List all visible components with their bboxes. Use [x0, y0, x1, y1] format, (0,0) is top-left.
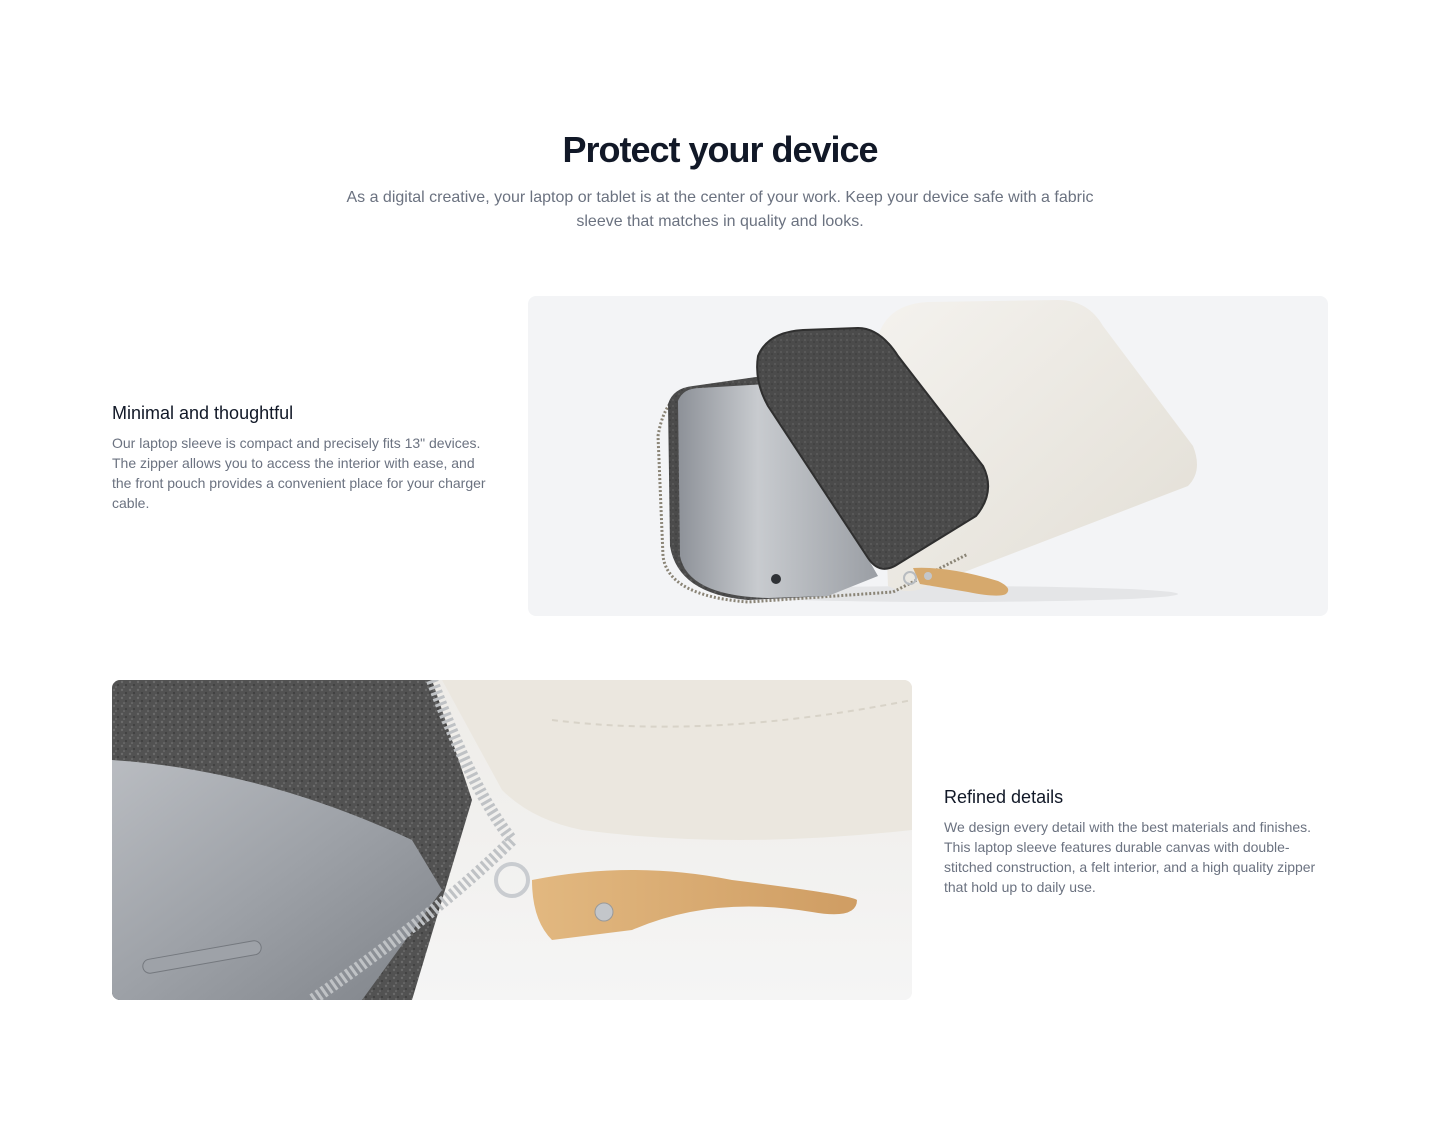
- feature-heading: Refined details: [944, 787, 1064, 807]
- feature-description: We design every detail with the best mat…: [944, 819, 1316, 895]
- zipper-detail-image: [112, 680, 912, 1000]
- section-title: Protect your device: [562, 129, 878, 170]
- section-header: Protect your device As a digital creativ…: [0, 128, 1440, 234]
- feature-description: Our laptop sleeve is compact and precise…: [112, 435, 486, 511]
- feature-minimal: Minimal and thoughtful Our laptop sleeve…: [112, 401, 492, 513]
- feature-heading: Minimal and thoughtful: [112, 403, 294, 423]
- section-subtitle: As a digital creative, your laptop or ta…: [346, 189, 1094, 230]
- sleeve-product-image: [528, 296, 1328, 616]
- feature-refined: Refined details We design every detail w…: [944, 785, 1328, 897]
